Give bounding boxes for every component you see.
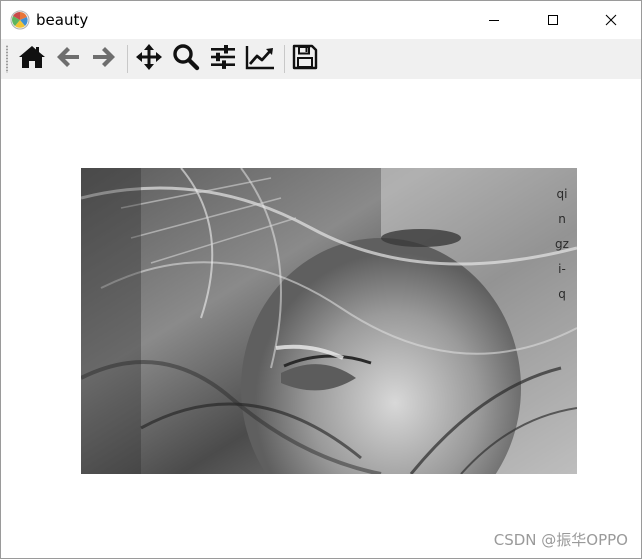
forward-button[interactable]: [89, 44, 119, 74]
matplotlib-icon: [10, 10, 30, 30]
zoom-button[interactable]: [171, 44, 201, 74]
figure-window: beauty qingzi-q CSDN @振华OPPO: [0, 0, 642, 559]
navigation-toolbar: [1, 39, 641, 79]
toolbar-grip[interactable]: [6, 45, 8, 73]
line-chart-icon: [245, 44, 275, 74]
window-title: beauty: [36, 11, 89, 29]
close-button[interactable]: [588, 1, 634, 39]
home-button[interactable]: [17, 44, 47, 74]
configure-subplots-button[interactable]: [208, 44, 238, 74]
sliders-icon: [209, 44, 237, 74]
toolbar-separator: [127, 45, 128, 73]
arrow-left-icon: [55, 45, 81, 73]
minimize-button[interactable]: [471, 1, 517, 39]
arrow-right-icon: [91, 45, 117, 73]
title-bar[interactable]: beauty: [1, 1, 641, 39]
maximize-icon: [547, 11, 559, 30]
home-icon: [18, 44, 46, 74]
minimize-icon: [488, 11, 500, 30]
grayscale-photo: qingzi-q: [81, 168, 577, 474]
floppy-disk-icon: [292, 44, 318, 74]
save-button[interactable]: [290, 44, 320, 74]
toolbar-separator: [284, 45, 285, 73]
photo-vertical-text: qingzi-q: [555, 187, 569, 301]
figure-canvas[interactable]: qingzi-q CSDN @振华OPPO: [1, 79, 641, 558]
zoom-icon: [172, 43, 200, 75]
back-button[interactable]: [53, 44, 83, 74]
close-icon: [605, 11, 617, 30]
edit-axis-button[interactable]: [245, 44, 275, 74]
maximize-button[interactable]: [530, 1, 576, 39]
pan-button[interactable]: [134, 44, 164, 74]
watermark-text: CSDN @振华OPPO: [493, 531, 628, 549]
move-icon: [135, 43, 163, 75]
